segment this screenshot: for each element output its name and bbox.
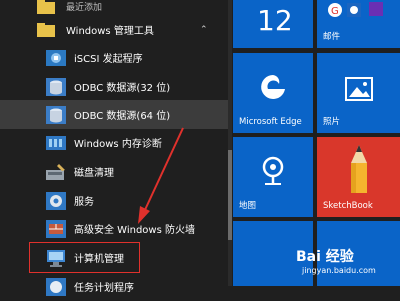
mail-tile[interactable]: G 邮件 — [317, 0, 400, 48]
pencil-icon — [339, 141, 379, 200]
photos-tile[interactable]: 照片 — [317, 53, 400, 133]
maps-icon — [259, 155, 287, 190]
yahoo-icon — [369, 2, 383, 19]
baidu-watermark: Bai 经验 jingyan.baidu.com — [290, 244, 398, 284]
maps-tile[interactable]: 地图 — [233, 137, 313, 217]
scrollbar-thumb[interactable] — [228, 150, 232, 240]
calendar-tile[interactable]: 12 — [233, 0, 313, 48]
svg-text:G: G — [331, 6, 339, 17]
edge-tile[interactable]: Microsoft Edge — [233, 53, 313, 133]
maps-label: 地图 — [239, 201, 257, 211]
mail-label: 邮件 — [323, 32, 341, 42]
scrollbar-track[interactable] — [228, 0, 232, 286]
calendar-day: 12 — [257, 4, 293, 37]
outlook-icon — [347, 3, 361, 20]
annotation-arrow — [138, 127, 184, 224]
photos-icon — [345, 77, 373, 104]
watermark-text: Bai 经验 — [296, 249, 354, 265]
edge-label: Microsoft Edge — [239, 117, 302, 127]
google-icon: G — [327, 2, 343, 21]
edge-icon — [259, 73, 287, 104]
photos-label: 照片 — [323, 117, 341, 127]
sketchbook-label: SketchBook — [323, 201, 373, 211]
sketchbook-tile[interactable]: SketchBook — [317, 137, 400, 217]
start-menu-list: 最近添加 Windows 管理工具 ⌃ iSCSI 发起程序 ODBC 数据源(… — [0, 0, 228, 296]
watermark-url: jingyan.baidu.com — [302, 266, 376, 275]
